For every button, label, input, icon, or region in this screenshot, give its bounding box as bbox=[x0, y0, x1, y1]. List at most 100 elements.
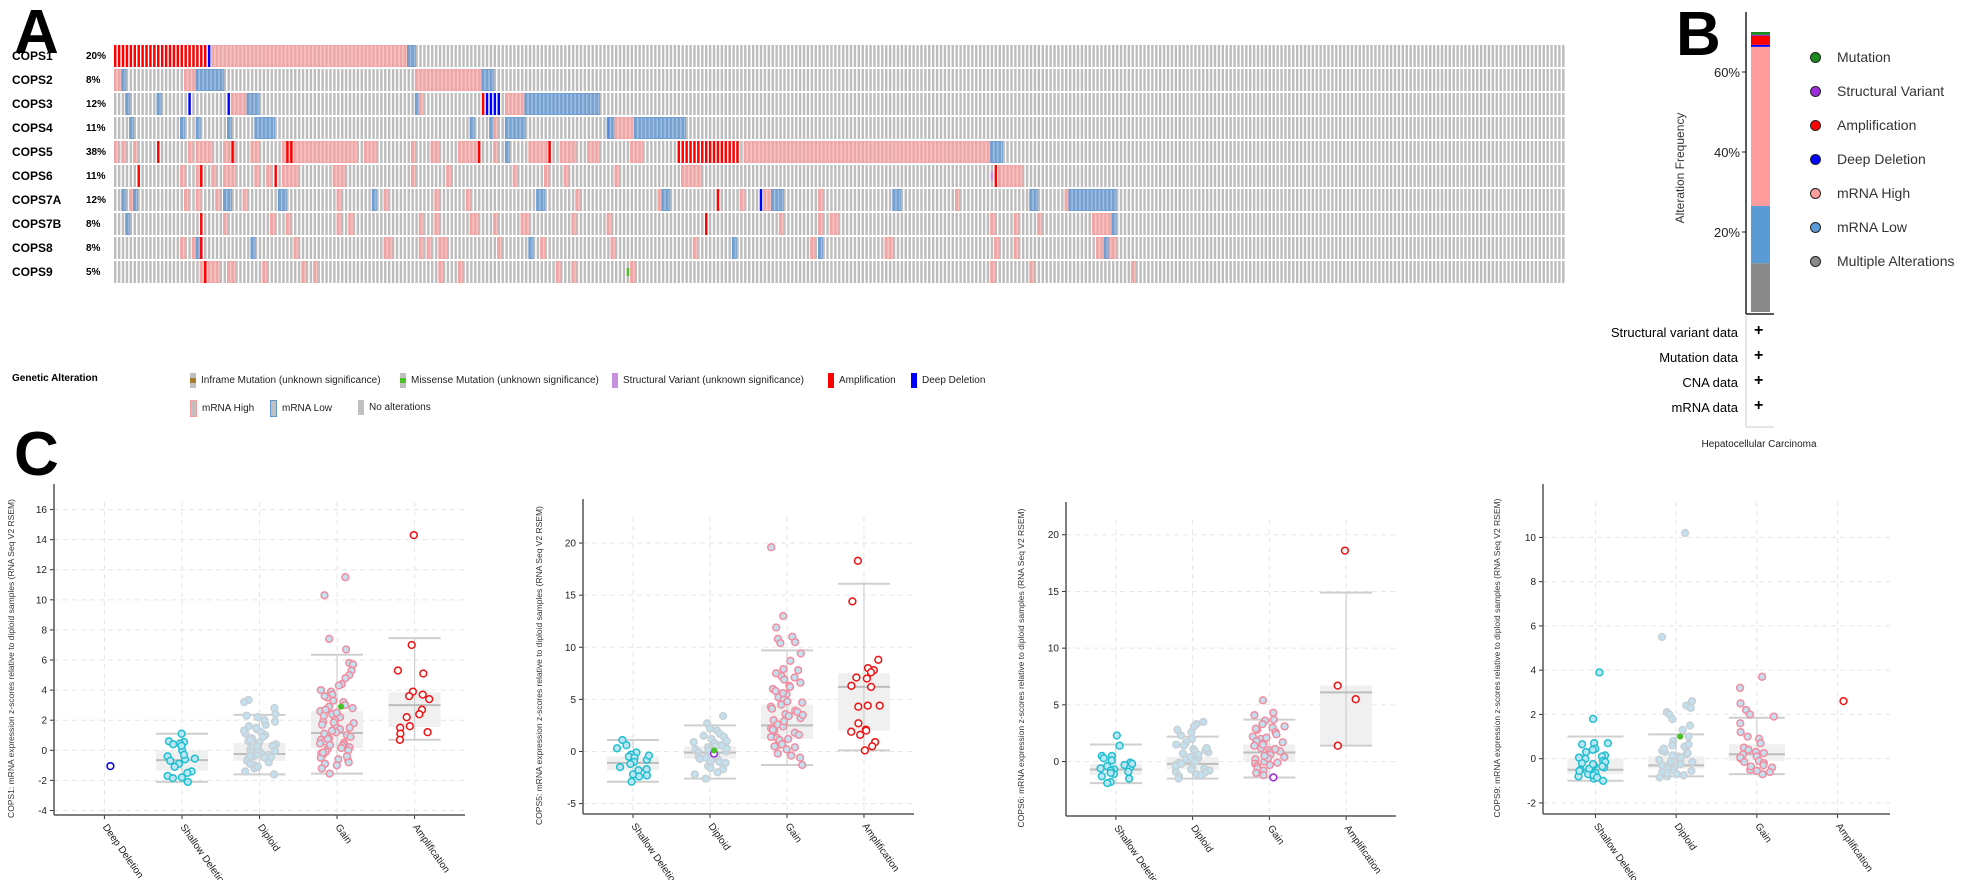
sample-cell bbox=[1213, 213, 1217, 235]
sample-cell bbox=[1346, 237, 1350, 259]
sample-cell bbox=[896, 93, 900, 115]
sample-cell bbox=[947, 237, 951, 259]
sample-cell bbox=[1127, 141, 1131, 163]
sample-cell bbox=[1315, 213, 1318, 235]
sample-cell bbox=[900, 93, 904, 115]
sample-cell bbox=[1538, 45, 1542, 67]
sample-gap bbox=[1094, 190, 1097, 210]
sample-cell bbox=[834, 45, 837, 67]
sample-cell bbox=[959, 237, 962, 259]
sample-cell bbox=[748, 213, 751, 235]
sample-cell bbox=[450, 189, 454, 211]
gene-label-cops1: COPS1 bbox=[12, 49, 53, 63]
sample-cell bbox=[1327, 117, 1330, 139]
sample-cell bbox=[164, 237, 168, 259]
sample-cell bbox=[1076, 213, 1080, 235]
sample-cell bbox=[270, 69, 273, 91]
sample-cell bbox=[751, 261, 755, 283]
sample-cell bbox=[830, 165, 833, 187]
sample-cell bbox=[814, 69, 817, 91]
sample-cell bbox=[1436, 261, 1440, 283]
sample-gap bbox=[1114, 214, 1116, 234]
sample-cell bbox=[536, 237, 540, 259]
amplification-mark bbox=[477, 141, 481, 163]
sample-cell bbox=[1468, 93, 1471, 115]
sample-cell bbox=[564, 69, 567, 91]
sample-cell bbox=[1096, 261, 1099, 283]
sample-cell bbox=[1354, 45, 1358, 67]
sample-cell bbox=[133, 165, 136, 187]
sample-cell bbox=[1072, 69, 1076, 91]
sample-cell bbox=[337, 261, 340, 283]
sample-cell bbox=[1010, 93, 1013, 115]
sample-cell bbox=[873, 117, 876, 139]
sample-cell bbox=[873, 45, 876, 67]
sample-cell bbox=[1550, 93, 1553, 115]
sample-cell bbox=[1507, 117, 1510, 139]
sample-cell bbox=[1272, 45, 1275, 67]
sample-cell bbox=[1511, 69, 1514, 91]
sample-cell bbox=[1002, 213, 1005, 235]
sample-gap bbox=[899, 142, 901, 162]
sample-cell bbox=[536, 69, 540, 91]
sample-cell bbox=[176, 165, 180, 187]
amplification-mark bbox=[157, 141, 160, 163]
sample-cell bbox=[454, 165, 457, 187]
sample-cell bbox=[1233, 93, 1236, 115]
sample-gap bbox=[1098, 214, 1101, 234]
sample-cell bbox=[1123, 93, 1127, 115]
sample-cell bbox=[1084, 141, 1088, 163]
sample-gap bbox=[891, 142, 893, 162]
sample-cell bbox=[446, 189, 450, 211]
sample-cell bbox=[693, 93, 696, 115]
amplification-mark bbox=[145, 45, 148, 67]
sample-cell bbox=[912, 189, 915, 211]
sample-cell bbox=[470, 237, 473, 259]
sample-gap bbox=[355, 46, 357, 66]
sample-cell bbox=[689, 261, 692, 283]
sample-gap bbox=[261, 46, 263, 66]
sample-cell bbox=[1487, 93, 1491, 115]
sample-cell bbox=[1068, 165, 1072, 187]
data-point bbox=[689, 737, 698, 747]
sample-cell bbox=[1456, 189, 1459, 211]
sample-cell bbox=[125, 261, 129, 283]
y-tick-label: 6 bbox=[41, 656, 47, 667]
sample-cell bbox=[564, 189, 567, 211]
sample-cell bbox=[579, 261, 583, 283]
sample-cell bbox=[356, 117, 360, 139]
sample-cell bbox=[1319, 45, 1322, 67]
sample-cell bbox=[1448, 45, 1452, 67]
sample-cell bbox=[517, 213, 520, 235]
sample-cell bbox=[1519, 117, 1522, 139]
sample-gap bbox=[233, 94, 236, 114]
sample-cell bbox=[395, 237, 399, 259]
sample-cell bbox=[814, 45, 817, 67]
sample-cell bbox=[1460, 45, 1463, 67]
deep-deletion-mark bbox=[188, 93, 191, 115]
sample-cell bbox=[524, 69, 528, 91]
sample-gap bbox=[323, 46, 326, 66]
sample-cell bbox=[313, 237, 317, 259]
sample-cell bbox=[959, 261, 962, 283]
sample-cell bbox=[861, 69, 864, 91]
sample-cell bbox=[1080, 69, 1084, 91]
sample-cell bbox=[583, 213, 587, 235]
sample-cell bbox=[1393, 261, 1397, 283]
sample-cell bbox=[935, 237, 939, 259]
sample-gap bbox=[507, 94, 510, 114]
sample-cell bbox=[1284, 165, 1287, 187]
sample-cell bbox=[1366, 237, 1369, 259]
sample-cell bbox=[1542, 69, 1545, 91]
y-tick-label: -5 bbox=[567, 799, 576, 810]
sample-cell bbox=[806, 45, 810, 67]
sample-cell bbox=[865, 69, 868, 91]
sample-cell bbox=[1021, 141, 1025, 163]
sample-cell bbox=[994, 93, 998, 115]
sample-cell bbox=[1217, 69, 1221, 91]
sample-cell bbox=[626, 69, 630, 91]
sample-cell bbox=[1182, 141, 1185, 163]
sample-cell bbox=[826, 45, 829, 67]
sample-cell bbox=[1002, 117, 1005, 139]
sample-cell bbox=[450, 141, 454, 163]
